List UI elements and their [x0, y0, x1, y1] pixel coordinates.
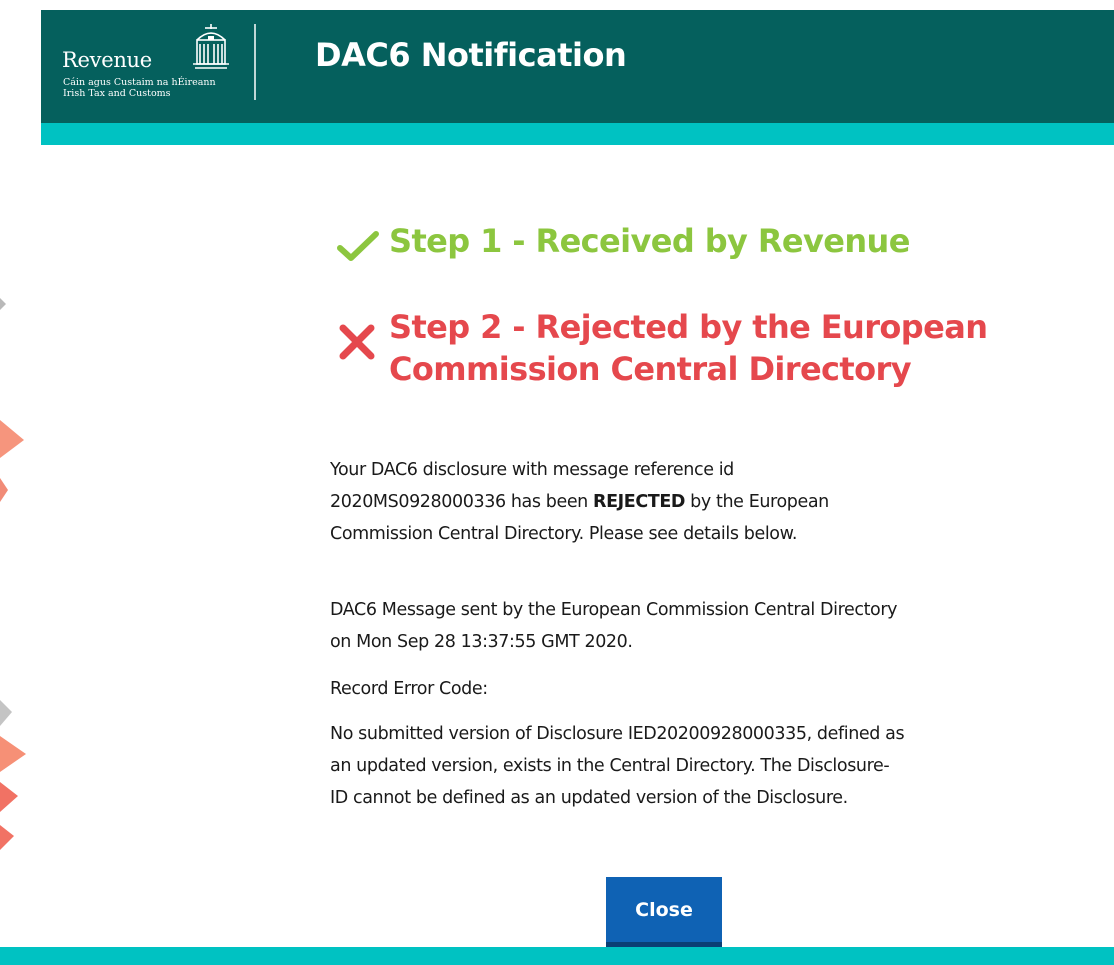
close-button[interactable]: Close [606, 877, 722, 947]
logo-subtitle-irish: Cáin agus Custaim na hÉireann [63, 77, 216, 88]
summary-line-2-prefix: 2020MS0928000336 has been [330, 492, 594, 512]
error-code-label: Record Error Code: [330, 673, 1020, 705]
rejection-summary: Your DAC6 disclosure with message refere… [330, 454, 1020, 550]
error-line-3: ID cannot be defined as an updated versi… [330, 788, 848, 808]
check-icon [337, 231, 379, 261]
summary-line-2-suffix: by the European [685, 492, 829, 512]
header-divider [254, 24, 256, 100]
step-1-label: Step 1 - Received by Revenue [389, 222, 910, 260]
background-decoration [0, 298, 26, 850]
logo-subtitle-english: Irish Tax and Customs [63, 88, 171, 99]
page-title: DAC6 Notification [315, 36, 627, 74]
rejected-emphasis: REJECTED [593, 492, 686, 512]
logo-wordmark: Revenue [62, 48, 152, 72]
summary-line-1: Your DAC6 disclosure with message refere… [330, 460, 734, 480]
error-description: No submitted version of Disclosure IED20… [330, 718, 1020, 814]
message-details: DAC6 Message sent by the European Commis… [330, 594, 1020, 658]
error-code-heading: Record Error Code: [330, 679, 488, 699]
footer-accent-band [0, 947, 1114, 965]
details-line-1: DAC6 Message sent by the European Commis… [330, 600, 898, 620]
summary-line-2: 2020MS0928000336 has been REJECTED by th… [330, 486, 1020, 518]
header-accent-band [41, 123, 1114, 145]
error-line-1: No submitted version of Disclosure IED20… [330, 724, 905, 744]
step-2-label-line-2: Commission Central Directory [389, 350, 912, 388]
summary-line-3: Commission Central Directory. Please see… [330, 524, 798, 544]
app-header: Revenue Cáin agus Custaim na hÉireann Ir… [41, 10, 1114, 123]
step-2-label: Step 2 - Rejected by the European Commis… [389, 306, 988, 390]
error-line-2: an updated version, exists in the Centra… [330, 756, 890, 776]
harp-crest-icon [193, 24, 229, 69]
details-line-2: on Mon Sep 28 13:37:55 GMT 2020. [330, 632, 633, 652]
cross-icon [339, 324, 375, 360]
revenue-logo: Revenue Cáin agus Custaim na hÉireann Ir… [62, 20, 242, 110]
step-2-label-line-1: Step 2 - Rejected by the European [389, 308, 988, 346]
